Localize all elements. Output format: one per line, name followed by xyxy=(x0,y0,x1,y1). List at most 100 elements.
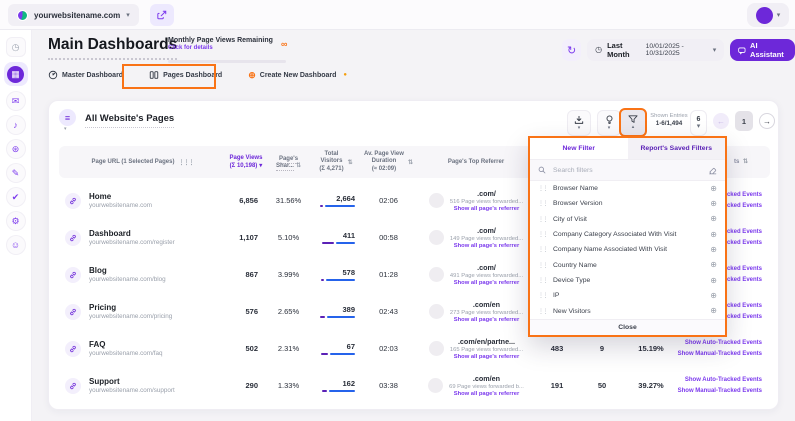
sidebar-item-integrations[interactable]: ⊛ xyxy=(7,140,25,158)
column-total-visitors[interactable]: TotalVisitors(Σ 4,271) ⇅ xyxy=(311,151,361,174)
filter-item[interactable]: ⋮⋮Company Name Associated With Visit⊕ xyxy=(530,242,725,257)
column-page-share[interactable]: Page's Shar...⇅ xyxy=(266,156,311,169)
sidebar-item-dashboards[interactable]: ▦ xyxy=(4,62,28,86)
tab-new-filter[interactable]: New Filter xyxy=(530,138,628,159)
add-filter-icon[interactable]: ⊕ xyxy=(710,185,717,193)
show-all-referrer-link[interactable]: Show all page's referrer xyxy=(454,243,520,249)
drag-handle-icon[interactable]: ⋮⋮ xyxy=(538,185,547,192)
tab-create-new-dashboard[interactable]: ⊕ Create New Dashboard ● xyxy=(248,71,347,80)
eraser-icon[interactable] xyxy=(708,166,717,175)
add-filter-icon[interactable]: ⊕ xyxy=(710,292,717,300)
manual-tracked-events-link[interactable]: Show Manual-Tracked Events xyxy=(676,349,762,360)
sidebar-item-settings[interactable]: ⚙ xyxy=(7,212,25,230)
pagination-current-page[interactable]: 1 xyxy=(735,111,753,131)
filter-item[interactable]: ⋮⋮Country Name⊕ xyxy=(530,258,725,273)
link-icon[interactable] xyxy=(65,193,81,209)
column-top-referrer[interactable]: Page's Top Referrer xyxy=(416,159,536,165)
referrer-domain[interactable]: .com/ xyxy=(477,189,496,198)
auto-tracked-events-link[interactable]: Show Auto-Tracked Events xyxy=(676,375,762,386)
sidebar-item-audio[interactable]: ♪ xyxy=(7,116,25,134)
drag-handle-icon[interactable]: ⋮⋮ xyxy=(538,262,547,269)
sidebar-item-notes[interactable]: ✎ xyxy=(7,164,25,182)
chevron-down-icon: ▾ xyxy=(259,163,262,169)
table-menu-icon[interactable]: ≡ xyxy=(59,109,76,126)
export-button[interactable]: ▾ xyxy=(567,110,591,136)
site-selector[interactable]: yourwebsitename.com ▾ xyxy=(8,4,139,26)
show-all-referrer-link[interactable]: Show all page's referrer xyxy=(454,280,520,286)
referrer-domain[interactable]: .com/en xyxy=(473,300,500,309)
open-site-button[interactable] xyxy=(150,4,174,26)
page-size-select[interactable]: 6 ▾ xyxy=(690,110,707,136)
add-filter-icon[interactable]: ⊕ xyxy=(710,200,717,208)
column-page-views[interactable]: Page Views (Σ 10,198)▾ xyxy=(226,155,266,169)
show-all-referrer-link[interactable]: Show all page's referrer xyxy=(454,391,520,397)
column-av-duration[interactable]: Av. Page ViewDuration(≈ 02:09) ⇅ xyxy=(361,151,416,174)
show-all-referrer-link[interactable]: Show all page's referrer xyxy=(454,206,520,212)
sidebar-item-profile[interactable]: ☺ xyxy=(7,236,25,254)
link-icon[interactable] xyxy=(65,378,81,394)
dashboard-tabs: Master Dashboard Pages Dashboard ⊕ Creat… xyxy=(48,70,347,80)
pagination-next-button[interactable]: → xyxy=(759,113,775,129)
page-name[interactable]: Home xyxy=(89,192,152,201)
add-filter-icon[interactable]: ⊕ xyxy=(710,307,717,315)
tab-pages-dashboard[interactable]: Pages Dashboard xyxy=(149,70,222,80)
referrer-domain[interactable]: .com/en xyxy=(473,374,500,383)
sidebar-item-security[interactable]: ✔ xyxy=(7,188,25,206)
drag-handle-icon[interactable]: ⋮⋮ xyxy=(538,216,547,223)
referrer-domain[interactable]: .com/en/partne... xyxy=(458,337,515,346)
manual-tracked-events-link[interactable]: Show Manual-Tracked Events xyxy=(676,386,762,397)
user-menu[interactable]: ▾ xyxy=(747,3,789,27)
page-name[interactable]: Dashboard xyxy=(89,229,175,238)
tab-saved-filters[interactable]: Report's Saved Filters xyxy=(628,138,726,159)
chevron-down-icon: ▾ xyxy=(777,12,781,19)
auto-tracked-events-link[interactable]: Show Auto-Tracked Events xyxy=(676,338,762,349)
page-name[interactable]: Support xyxy=(89,377,175,386)
tab-master-dashboard[interactable]: Master Dashboard xyxy=(48,70,123,80)
page-name[interactable]: Blog xyxy=(89,266,166,275)
filter-item[interactable]: ⋮⋮City of Visit⊕ xyxy=(530,212,725,227)
close-button[interactable]: Close xyxy=(530,319,725,335)
filter-item[interactable]: ⋮⋮Device Type⊕ xyxy=(530,273,725,288)
filter-item[interactable]: ⋮⋮Browser Version⊕ xyxy=(530,196,725,211)
date-range-picker[interactable]: ◷ Last Month 10/01/2025 - 10/31/2025 ▾ xyxy=(587,39,724,61)
filter-item[interactable]: ⋮⋮Browser Name⊕ xyxy=(530,181,725,196)
filter-item[interactable]: ⋮⋮IP⊕ xyxy=(530,288,725,303)
show-all-referrer-link[interactable]: Show all page's referrer xyxy=(454,317,520,323)
referrer-info: 491 Page views forwarded... xyxy=(450,273,523,279)
link-icon[interactable] xyxy=(65,304,81,320)
page-name[interactable]: Pricing xyxy=(89,303,172,312)
filter-item[interactable]: ⋮⋮New Visitors⊕ xyxy=(530,304,725,319)
gear-icon: ⚙ xyxy=(11,217,19,226)
drag-handle-icon[interactable]: ⋮⋮ xyxy=(538,246,547,253)
drag-handle-icon[interactable]: ⋮⋮ xyxy=(538,292,547,299)
show-all-referrer-link[interactable]: Show all page's referrer xyxy=(454,354,520,360)
page-views-value: 867 xyxy=(226,270,266,279)
add-filter-icon[interactable]: ⊕ xyxy=(710,277,717,285)
add-filter-icon[interactable]: ⊕ xyxy=(710,261,717,269)
pagination-prev-button[interactable]: ← xyxy=(713,113,729,129)
link-icon[interactable] xyxy=(65,341,81,357)
quota-label: Monthly Page Views Remaining xyxy=(168,37,273,44)
search-filters-input[interactable] xyxy=(551,166,703,175)
history-icon[interactable]: ◷ xyxy=(7,38,25,56)
link-icon[interactable] xyxy=(65,230,81,246)
drag-handle-icon[interactable]: ⋮⋮ xyxy=(538,200,547,207)
sidebar-item-inbox[interactable]: ✉ xyxy=(7,92,25,110)
add-filter-icon[interactable]: ⊕ xyxy=(710,215,717,223)
insights-button[interactable]: ▾ xyxy=(597,110,621,136)
referrer-domain[interactable]: .com/ xyxy=(477,263,496,272)
link-icon[interactable] xyxy=(65,267,81,283)
quota-details-link[interactable]: Click for details xyxy=(168,45,273,51)
drag-handle-icon[interactable]: ⋮⋮ xyxy=(538,277,547,284)
filter-button[interactable]: ▴ xyxy=(619,108,647,137)
page-name[interactable]: FAQ xyxy=(89,340,163,349)
referrer-domain[interactable]: .com/ xyxy=(477,226,496,235)
add-filter-icon[interactable]: ⊕ xyxy=(710,231,717,239)
drag-handle-icon[interactable]: ⋮⋮ xyxy=(538,308,547,315)
filter-item[interactable]: ⋮⋮Company Category Associated With Visit… xyxy=(530,227,725,242)
drag-handle-icon[interactable]: ⋮⋮ xyxy=(538,231,547,238)
ai-assistant-button[interactable]: AI Assistant xyxy=(730,39,795,61)
refresh-button[interactable]: ↻ xyxy=(562,39,581,61)
column-page-url[interactable]: Page URL (1 Selected Pages) ⋮⋮⋮ xyxy=(59,159,226,166)
add-filter-icon[interactable]: ⊕ xyxy=(710,246,717,254)
